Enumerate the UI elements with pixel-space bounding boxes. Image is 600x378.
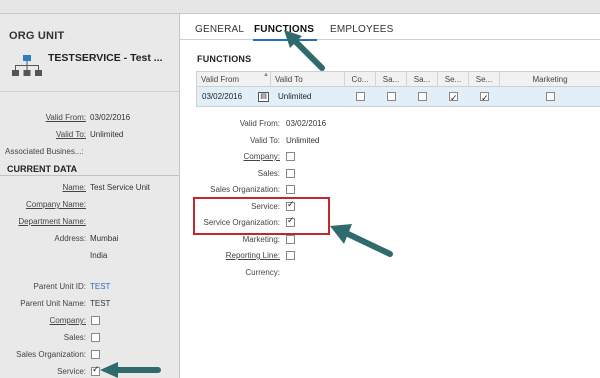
parent-unit-name-label: Parent Unit Name: (20, 299, 86, 308)
address-line2: India (90, 251, 108, 260)
fn-company-checkbox[interactable] (286, 152, 295, 162)
org-unit-panel: ORG UNIT TESTSERVICE - Test ... Valid Fr… (0, 14, 180, 378)
parent-unit-id-label: Parent Unit ID: (33, 282, 86, 291)
column-header-valid-from[interactable]: Valid From (197, 72, 271, 87)
company-checkbox[interactable] (91, 316, 100, 326)
fn-sales-org-row: Sales Organization: (200, 184, 400, 198)
column-header-service[interactable]: Se... (438, 72, 469, 87)
current-data-header: CURRENT DATA (7, 164, 78, 174)
fn-valid-from-row: Valid From: 03/02/2016 (200, 118, 400, 132)
sales-label: Sales: (63, 333, 86, 342)
associated-business-row: Associated Busines...: (0, 146, 180, 160)
department-name-row: Department Name: (0, 216, 180, 230)
associated-business-label: Associated Busines...: (5, 147, 84, 156)
address-row: Address: Mumbai (0, 233, 180, 247)
tab-employees[interactable]: EMPLOYEES (330, 24, 394, 35)
annotation-arrow-icon (100, 362, 161, 378)
tab-bar: GENERAL FUNCTIONS EMPLOYEES (180, 14, 600, 41)
company-name-row: Company Name: (0, 199, 180, 213)
fn-valid-to-label: Valid To: (250, 136, 280, 145)
column-header-service-org[interactable]: Se... (469, 72, 500, 87)
parent-unit-id-row: Parent Unit ID: TEST (0, 281, 180, 295)
org-unit-name: TESTSERVICE - Test ... (48, 52, 163, 64)
fn-sales-label: Sales: (257, 169, 280, 178)
name-row: Name: Test Service Unit (0, 182, 180, 196)
cell-valid-to: Unlimited (278, 92, 312, 101)
row-sales-org-checkbox[interactable] (418, 92, 427, 102)
fn-sales-org-checkbox[interactable] (286, 185, 295, 195)
row-company-checkbox[interactable] (356, 92, 365, 102)
column-header-marketing[interactable]: Marketing (500, 72, 600, 87)
fn-sales-checkbox[interactable] (286, 169, 295, 179)
valid-to-value: Unlimited (90, 130, 124, 139)
tab-general[interactable]: GENERAL (195, 24, 244, 35)
valid-from-label: Valid From: (45, 113, 86, 122)
company-row: Company: (0, 315, 180, 329)
org-structure-icon (12, 55, 42, 76)
valid-from-value: 03/02/2016 (90, 113, 131, 122)
fn-valid-to-value: Unlimited (286, 136, 320, 145)
top-toolbar (0, 0, 600, 14)
parent-unit-name-value: TEST (90, 299, 111, 308)
company-label: Company: (49, 316, 86, 325)
sales-row: Sales: (0, 332, 180, 346)
annotation-arrow-icon (284, 30, 325, 71)
column-header-sales[interactable]: Sa... (376, 72, 407, 87)
panel-title: ORG UNIT (9, 30, 65, 42)
fn-marketing-checkbox[interactable] (286, 235, 295, 245)
address-row-2: India (0, 250, 180, 264)
column-header-company[interactable]: Co... (345, 72, 376, 87)
fn-sales-row: Sales: (200, 168, 400, 182)
address-label: Address: (54, 234, 86, 243)
divider (0, 91, 179, 92)
valid-to-row: Valid To: Unlimited (0, 129, 180, 143)
fn-currency-row: Currency: (200, 267, 400, 281)
row-service-checkbox[interactable] (449, 90, 458, 109)
column-header-sales-org[interactable]: Sa... (407, 72, 438, 87)
fn-company-label: Company: (243, 152, 280, 161)
fn-reporting-line-checkbox[interactable] (286, 251, 295, 261)
table-header: Valid From ▲ Valid To Co... Sa... Sa... … (196, 71, 600, 87)
fn-valid-from-label: Valid From: (239, 119, 280, 128)
valid-from-row: Valid From: 03/02/2016 (0, 112, 180, 126)
sales-org-label: Sales Organization: (16, 350, 86, 359)
cell-valid-from: 03/02/2016 (202, 92, 243, 101)
parent-unit-id-link[interactable]: TEST (90, 282, 110, 291)
fn-reporting-line-label: Reporting Line: (225, 251, 280, 260)
company-name-label: Company Name: (25, 200, 86, 209)
fn-sales-org-label: Sales Organization: (210, 185, 280, 194)
functions-table: Valid From ▲ Valid To Co... Sa... Sa... … (196, 71, 600, 109)
functions-header: FUNCTIONS (197, 54, 252, 64)
annotation-arrow-icon (330, 224, 393, 257)
row-service-org-checkbox[interactable] (480, 90, 489, 109)
calendar-icon[interactable]: ▤ (258, 91, 269, 102)
address-line1: Mumbai (90, 234, 119, 243)
valid-to-label: Valid To: (56, 130, 86, 139)
fn-valid-to-row: Valid To: Unlimited (200, 135, 400, 149)
sort-icon[interactable]: ▲ (263, 72, 269, 78)
sales-checkbox[interactable] (91, 333, 100, 343)
department-name-label: Department Name: (18, 217, 86, 226)
name-label: Name: (62, 183, 86, 192)
highlight-box (193, 197, 330, 235)
row-marketing-checkbox[interactable] (546, 92, 555, 102)
fn-currency-label: Currency: (245, 268, 280, 277)
table-row[interactable]: 03/02/2016 ▤ Unlimited (196, 87, 600, 109)
sales-org-checkbox[interactable] (91, 350, 100, 360)
service-label: Service: (57, 367, 86, 376)
name-value: Test Service Unit (90, 183, 151, 192)
row-sales-checkbox[interactable] (387, 92, 396, 102)
parent-unit-name-row: Parent Unit Name: TEST (0, 298, 180, 312)
fn-valid-from-value: 03/02/2016 (286, 119, 327, 128)
fn-company-row: Company: (200, 151, 400, 165)
fn-marketing-label: Marketing: (242, 235, 280, 244)
divider (0, 175, 179, 176)
